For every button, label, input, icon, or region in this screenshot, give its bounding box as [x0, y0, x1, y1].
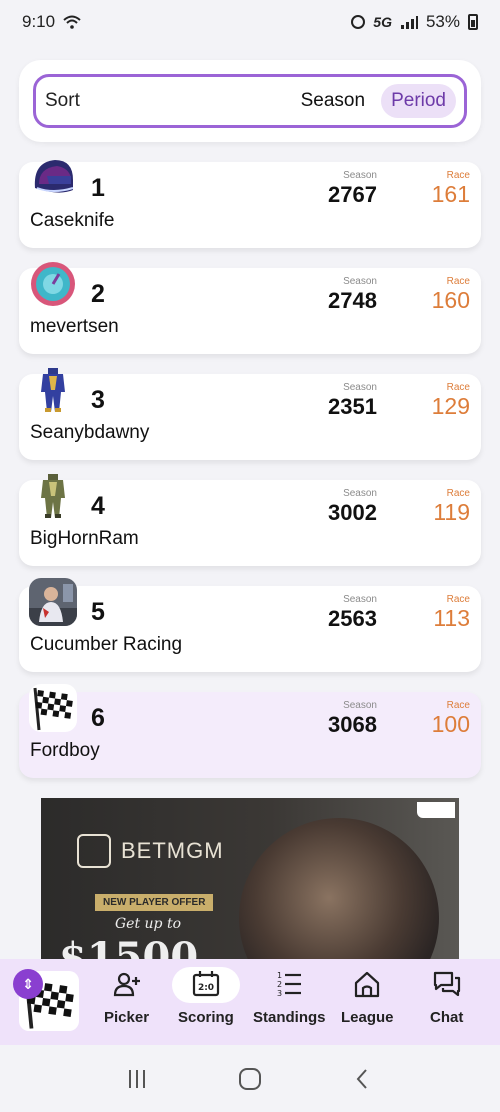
player-name: Seanybdawny [30, 422, 150, 443]
standings-row[interactable]: 3 Seanybdawny Season 2351 Race 129 [19, 368, 481, 460]
battery-percent: 53% [425, 12, 460, 31]
ad-choices-icon[interactable] [417, 802, 455, 818]
race-label: Race [446, 488, 470, 499]
rank: 5 [91, 598, 105, 626]
standings-row[interactable]: 5 Cucumber Racing Season 2563 Race 113 [19, 578, 481, 672]
season-label: Season [343, 594, 377, 605]
race-label: Race [446, 700, 470, 711]
player-name: Caseknife [30, 210, 115, 231]
scoreboard-icon: 2:0 [191, 969, 221, 999]
ad-person-image [239, 818, 439, 960]
network-type: 5G [373, 14, 392, 30]
sort-option-season[interactable]: Season [291, 84, 375, 118]
bottom-nav: ⇕ Picker 2:0 Scoring 1 2 3 Standings Lea… [0, 959, 500, 1045]
rank: 2 [91, 280, 105, 308]
nav-scoring[interactable]: 2:0 Scoring [171, 967, 240, 1026]
rank: 6 [91, 704, 105, 732]
lion-logo-icon [77, 834, 111, 868]
status-bar: 9:10 5G 53% [0, 0, 500, 44]
nav-label: Scoring [178, 1009, 234, 1026]
system-nav-bar [0, 1045, 500, 1112]
svg-text:1: 1 [277, 971, 282, 980]
nav-label: Chat [430, 1009, 464, 1026]
player-name: BigHornRam [30, 528, 139, 549]
nav-standings[interactable]: 1 2 3 Standings [253, 969, 326, 1026]
ad-amount: $1500 [59, 934, 199, 960]
race-points: 129 [431, 393, 470, 419]
svg-text:2:0: 2:0 [198, 983, 214, 993]
rank: 1 [91, 174, 105, 202]
home-button-icon[interactable] [236, 1065, 264, 1093]
nav-label: Standings [253, 1009, 326, 1026]
back-icon[interactable] [349, 1065, 377, 1093]
player-name: Cucumber Racing [30, 634, 183, 655]
season-points: 3068 [328, 712, 377, 737]
rank: 4 [91, 492, 105, 520]
firesuit-icon [29, 472, 77, 520]
race-points: 113 [433, 605, 470, 631]
season-points: 2748 [328, 288, 377, 313]
standings-row[interactable]: 4 BigHornRam Season 3002 Race 119 [19, 474, 481, 566]
season-label: Season [343, 488, 377, 499]
player-name: Fordboy [30, 740, 100, 761]
nav-league[interactable]: League [341, 969, 394, 1026]
battery-icon [468, 14, 478, 30]
standings-row-current-user[interactable]: 6 Fordboy Season 3068 Race 100 [19, 684, 481, 778]
svg-text:3: 3 [277, 989, 282, 998]
ranked-list-icon: 1 2 3 [274, 969, 304, 999]
race-label: Race [446, 382, 470, 393]
helmet-icon [29, 154, 77, 202]
league-switch-icon[interactable]: ⇕ [13, 969, 43, 999]
sort-options: Season Period [291, 84, 456, 118]
race-points: 119 [433, 499, 470, 525]
alarm-icon [351, 15, 366, 29]
wifi-icon [63, 15, 81, 29]
nav-chat[interactable]: Chat [430, 969, 463, 1026]
checkered-flag-icon [29, 684, 77, 732]
chat-icon [432, 969, 462, 999]
sort-card: Sort Season Period [19, 60, 481, 142]
firesuit-icon [29, 366, 77, 414]
race-label: Race [446, 276, 470, 287]
ad-line: Get up to [115, 916, 182, 932]
svg-text:2: 2 [277, 980, 282, 989]
season-label: Season [343, 276, 377, 287]
driver-photo [29, 578, 77, 626]
standings-row[interactable]: 2 mevertsen Season 2748 Race 160 [19, 262, 481, 354]
season-points: 2351 [328, 394, 377, 419]
ad-brand: BETMGM [121, 838, 224, 863]
nav-picker[interactable]: Picker [104, 969, 149, 1026]
race-label: Race [446, 594, 470, 605]
standings-row[interactable]: 1 Caseknife Season 2767 Race 161 [19, 160, 481, 248]
sort-label: Sort [45, 90, 80, 111]
player-name: mevertsen [30, 316, 119, 337]
race-points: 161 [431, 181, 470, 207]
season-label: Season [343, 170, 377, 181]
clock: 9:10 [22, 12, 56, 31]
signal-icon [400, 16, 418, 29]
season-points: 2563 [328, 606, 377, 631]
home-icon [352, 969, 382, 999]
recent-apps-icon[interactable] [123, 1065, 151, 1093]
gauge-icon [29, 260, 77, 308]
race-label: Race [446, 170, 470, 181]
ad-banner[interactable]: BETMGM NEW PLAYER OFFER Get up to $1500 [41, 798, 459, 960]
nav-label: Picker [104, 1009, 150, 1026]
add-user-icon [112, 969, 142, 999]
season-label: Season [343, 700, 377, 711]
ad-badge: NEW PLAYER OFFER [95, 894, 214, 911]
sort-option-period[interactable]: Period [381, 84, 456, 118]
rank: 3 [91, 386, 105, 414]
season-points: 2767 [328, 182, 377, 207]
race-points: 160 [431, 287, 470, 313]
sort-control: Sort Season Period [33, 74, 467, 128]
season-label: Season [343, 382, 377, 393]
season-points: 3002 [328, 500, 377, 525]
ad-logo: BETMGM [77, 834, 224, 868]
race-points: 100 [431, 711, 470, 737]
nav-label: League [341, 1009, 394, 1026]
